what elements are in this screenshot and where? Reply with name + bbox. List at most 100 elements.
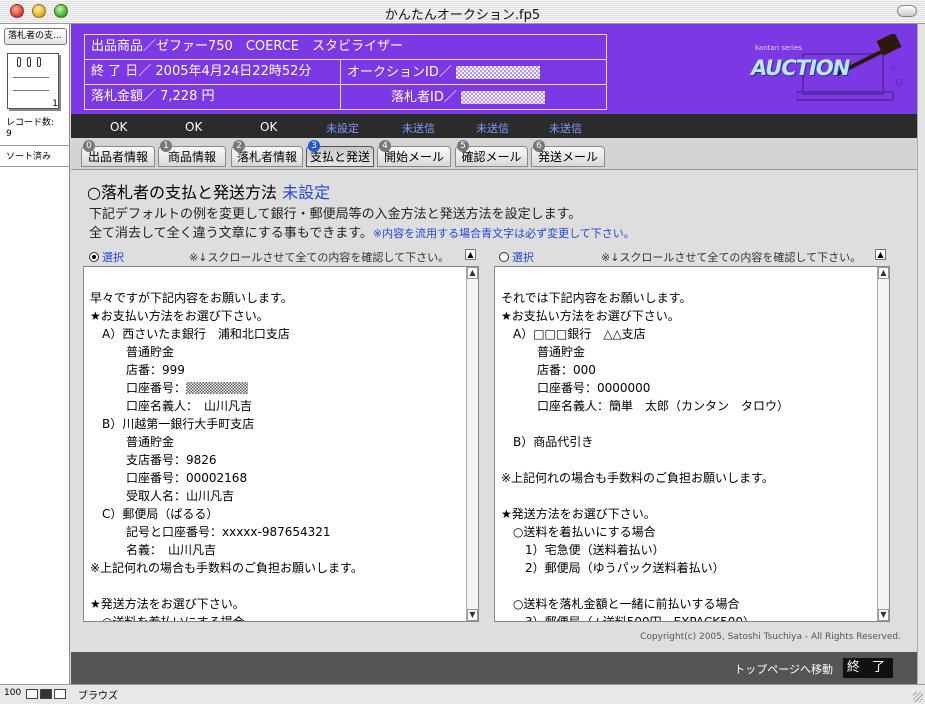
message-line: ★お支払い方法をお選び下さい。 xyxy=(90,309,269,323)
tab-number-badge: 0 xyxy=(83,140,95,152)
records-count: 9 xyxy=(6,129,12,139)
end-button[interactable]: 終 了 xyxy=(843,658,893,678)
step-status-6: 未送信 xyxy=(549,122,582,135)
toolbar-toggle-button[interactable] xyxy=(897,5,917,17)
end-date: 終 了 日／ 2005年4月24日22時52分 xyxy=(91,64,312,79)
step-tabs: 出品者情報 0 商品情報 1 落札者情報 2 支払と発送 3 開始メール 4 確認メール 5 発送メール… xyxy=(71,138,917,170)
winning-price: 落札金額／ 7,228 円 xyxy=(91,89,215,104)
message-line: 口座番号：00002168 xyxy=(90,471,248,485)
tab-label: 支払と発送 xyxy=(309,150,370,164)
message-line xyxy=(90,577,363,595)
scroll-down-arrow-icon[interactable]: ▼ xyxy=(878,609,889,621)
layout-area: 出品商品／ゼファー750 COERCE スタビライザー 終 了 日／ 2005年… xyxy=(71,24,917,684)
window-edge xyxy=(917,24,925,684)
section-status: 未設定 xyxy=(282,183,331,202)
tab-label: 出品者情報 xyxy=(87,150,148,164)
scroll-up-icon[interactable]: ▲ xyxy=(875,249,886,260)
section-description-2: 全て消去して全く違う文章にする事もできます。※内容を流用する場合青文字は必ず変更… xyxy=(89,226,635,241)
message-line: ○送料を着払いにする場合 xyxy=(501,525,656,539)
message-line: 名義： 山川凡吉 xyxy=(90,543,217,557)
step-status-row: OK OK OK 未設定 未送信 未送信 未送信 xyxy=(71,114,917,138)
message-line: ★発送方法をお選び下さい。 xyxy=(90,597,245,611)
right-scroll-hint: ※↓スクロールさせて全ての内容を確認して下さい。 xyxy=(601,251,862,264)
auction-header: 出品商品／ゼファー750 COERCE スタビライザー 終 了 日／ 2005年… xyxy=(71,24,917,114)
tab-number-badge: 3 xyxy=(308,140,320,152)
message-line xyxy=(501,415,789,433)
step-status-0: OK xyxy=(110,120,128,134)
auction-summary-table: 出品商品／ゼファー750 COERCE スタビライザー 終 了 日／ 2005年… xyxy=(84,34,607,110)
payment-shipping-section: ○落札者の支払と発送方法 未設定 下記デフォルトの例を変更して銀行・郵便局等の入… xyxy=(71,171,917,652)
message-line: 2）郵便局（ゆうパック送料着払い） xyxy=(501,561,725,575)
message-line: 店番：999 xyxy=(90,363,185,377)
left-scrollbar[interactable]: ▲ ▼ xyxy=(466,267,478,621)
zoom-level[interactable]: 100 xyxy=(4,688,21,698)
message-line: A）□□□銀行 △△支店 xyxy=(501,327,646,341)
message-line xyxy=(501,577,789,595)
tab-label: 落札者情報 xyxy=(236,150,297,164)
message-line: ※上記何れの場合も手数料のご負担お願いします。 xyxy=(90,561,363,575)
message-line: 口座名義人： 山川凡吉 xyxy=(90,399,253,413)
message-line: ※上記何れの場合も手数料のご負担お願いします。 xyxy=(501,471,774,485)
message-line: B）商品代引き xyxy=(501,435,594,449)
zoom-in-icon[interactable] xyxy=(40,689,52,699)
mode-indicator[interactable]: ブラウズ xyxy=(78,687,118,702)
left-scroll-hint: ※↓スクロールさせて全ての内容を確認して下さい。 xyxy=(189,251,450,264)
step-status-5: 未送信 xyxy=(476,122,509,135)
auction-id-masked xyxy=(455,66,540,79)
window-title: かんたんオークション.fp5 xyxy=(384,8,541,23)
zoom-out-icon[interactable] xyxy=(26,689,38,699)
message-line: 普通貯金 xyxy=(90,435,175,449)
message-line: 記号と口座番号：xxxxx-987654321 xyxy=(90,525,331,539)
message-line: ○送料を着払いにする場合 xyxy=(90,615,245,622)
message-line xyxy=(501,487,789,505)
section-note: ※内容を流用する場合青文字は必ず変更して下さい。 xyxy=(372,227,635,240)
window-titlebar: かんたんオークション.fp5 xyxy=(0,0,925,24)
right-message-textarea[interactable]: それでは下記内容をお願いします。 ★お支払い方法をお選び下さい。 A）□□□銀行 … xyxy=(494,266,890,622)
tab-label: 確認メール xyxy=(461,150,522,164)
scroll-up-arrow-icon[interactable]: ▲ xyxy=(878,267,889,279)
record-number: 1 xyxy=(52,99,58,109)
tab-number-badge: 1 xyxy=(160,140,172,152)
layout-popup[interactable]: 落札者の支... xyxy=(4,28,67,45)
message-line: C）郵便局（ぱるる） xyxy=(90,507,219,521)
status-area: 落札者の支... 1 レコード数: 9 ソート済み xyxy=(0,24,70,684)
scroll-down-arrow-icon[interactable]: ▼ xyxy=(467,609,478,621)
right-scrollbar[interactable]: ▲ ▼ xyxy=(877,267,889,621)
step-status-1: OK xyxy=(185,120,203,134)
tab-number-badge: 4 xyxy=(379,140,391,152)
tab-label: 開始メール xyxy=(383,150,444,164)
tab-label: 発送メール xyxy=(537,150,598,164)
scroll-up-arrow-icon[interactable]: ▲ xyxy=(467,267,478,279)
left-message-textarea[interactable]: 早々ですが下記内容をお願いします。 ★お支払い方法をお選び下さい。 A）西さいたま… xyxy=(83,266,479,622)
message-line: ○送料を落札金額と一緒に前払いする場合 xyxy=(501,597,740,611)
left-select-radio[interactable]: 選択 xyxy=(89,249,124,265)
message-line: 口座番号：0000000 xyxy=(501,381,651,395)
resize-grip-icon[interactable] xyxy=(913,692,923,702)
section-description: 下記デフォルトの例を変更して銀行・郵便局等の入金方法と発送方法を設定します。 xyxy=(89,207,582,222)
scroll-up-icon[interactable]: ▲ xyxy=(465,249,476,260)
message-line: 3）郵便局（+送料500円 EXPACK500） xyxy=(501,615,756,622)
copyright-text: Copyright(c) 2005, Satoshi Tsuchiya - Al… xyxy=(640,632,901,642)
message-line: 早々ですが下記内容をお願いします。 xyxy=(90,291,293,305)
tab-number-badge: 5 xyxy=(457,140,469,152)
message-line: 口座番号： xyxy=(90,379,363,397)
bottom-status-bar: 100 ブラウズ xyxy=(0,684,925,704)
message-line: ★発送方法をお選び下さい。 xyxy=(501,507,656,521)
winner-id-label: 落札者ID／ xyxy=(391,86,545,110)
radio-unselected-icon xyxy=(499,252,509,262)
sort-status: ソート済み xyxy=(6,152,52,162)
tab-number-badge: 6 xyxy=(533,140,545,152)
message-line: 口座名義人：簡単 太郎（カンタン タロウ） xyxy=(501,399,790,413)
message-line: 普通貯金 xyxy=(90,345,175,359)
records-label: レコード数: xyxy=(6,118,55,128)
message-line: ★お支払い方法をお選び下さい。 xyxy=(501,309,680,323)
record-book-icon[interactable]: 1 xyxy=(5,51,61,111)
status-toggle-icon[interactable] xyxy=(54,689,66,699)
auction-logo: kantan series AUCTION xyxy=(747,34,907,106)
right-select-radio[interactable]: 選択 xyxy=(499,249,534,265)
message-line: 受取人名：山川凡吉 xyxy=(90,489,235,503)
message-line: 支店番号：9826 xyxy=(90,453,217,467)
message-line: 店番：000 xyxy=(501,363,596,377)
top-page-link[interactable]: トップページへ移動 xyxy=(734,661,833,677)
winner-id-masked xyxy=(460,91,545,104)
